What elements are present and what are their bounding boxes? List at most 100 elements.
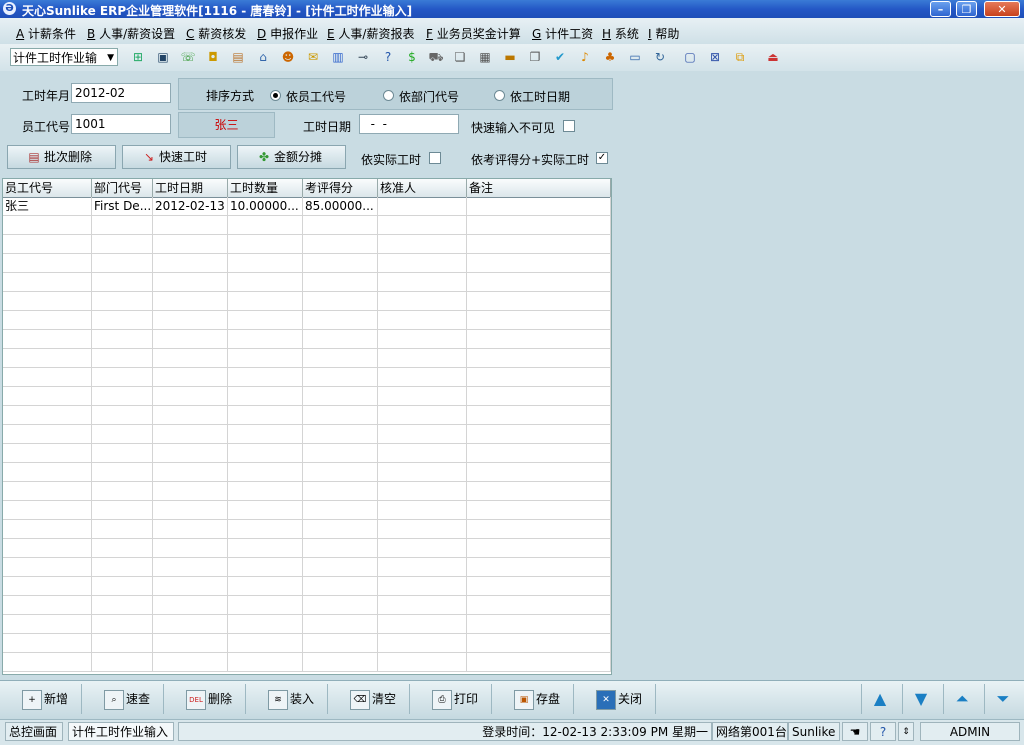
close-button[interactable]: ✕ 关闭 xyxy=(578,684,656,714)
briefcase-icon[interactable]: ▤ xyxy=(230,49,246,65)
cell-employee-code[interactable]: 张三 xyxy=(3,197,92,216)
cell-work-hours[interactable] xyxy=(228,254,303,273)
cell-work-hours[interactable] xyxy=(228,501,303,520)
cell-department-code[interactable] xyxy=(92,558,153,577)
cell-score[interactable] xyxy=(303,311,378,330)
cell-notes[interactable] xyxy=(467,311,611,330)
people-icon[interactable]: ☻ xyxy=(280,49,296,65)
help-status-icon[interactable]: ? xyxy=(870,722,896,741)
cell-approver[interactable] xyxy=(378,634,467,653)
table-row[interactable] xyxy=(3,368,611,387)
cell-approver[interactable] xyxy=(378,387,467,406)
quick-hours-button[interactable]: ↘ 快速工时 xyxy=(122,145,231,169)
dollar-icon[interactable]: $ xyxy=(404,49,420,65)
sort-by-employee-radio[interactable] xyxy=(270,90,281,101)
refresh-icon[interactable]: ↻ xyxy=(652,49,668,65)
cell-approver[interactable] xyxy=(378,235,467,254)
cell-notes[interactable] xyxy=(467,634,611,653)
cell-notes[interactable] xyxy=(467,197,611,216)
cell-department-code[interactable] xyxy=(92,235,153,254)
cell-department-code[interactable] xyxy=(92,311,153,330)
cell-employee-code[interactable] xyxy=(3,273,92,292)
cell-department-code[interactable] xyxy=(92,425,153,444)
calculator-icon[interactable]: ▦ xyxy=(477,49,493,65)
cell-work-date[interactable] xyxy=(153,292,228,311)
cell-work-date[interactable] xyxy=(153,539,228,558)
cell-work-date[interactable] xyxy=(153,596,228,615)
previous-record-button[interactable]: ⏶ xyxy=(943,684,980,714)
home-icon[interactable]: ⌂ xyxy=(255,49,271,65)
cell-department-code[interactable] xyxy=(92,482,153,501)
cell-notes[interactable] xyxy=(467,254,611,273)
cell-approver[interactable] xyxy=(378,330,467,349)
table-row[interactable] xyxy=(3,235,611,254)
cell-employee-code[interactable] xyxy=(3,311,92,330)
restore-button[interactable]: ❐ xyxy=(956,1,977,17)
check-icon[interactable]: ✔ xyxy=(552,49,568,65)
cell-approver[interactable] xyxy=(378,197,467,216)
bell-icon[interactable]: ♪ xyxy=(577,49,593,65)
cell-work-date[interactable] xyxy=(153,653,228,672)
cell-notes[interactable] xyxy=(467,330,611,349)
cell-approver[interactable] xyxy=(378,444,467,463)
cell-work-date[interactable] xyxy=(153,482,228,501)
cell-department-code[interactable] xyxy=(92,254,153,273)
cell-work-hours[interactable] xyxy=(228,387,303,406)
cell-notes[interactable] xyxy=(467,425,611,444)
menu-item-h[interactable]: H 系统 xyxy=(602,25,639,42)
cell-work-date[interactable] xyxy=(153,463,228,482)
cell-department-code[interactable] xyxy=(92,444,153,463)
save-button[interactable]: ▣ 存盘 xyxy=(496,684,574,714)
cell-department-code[interactable] xyxy=(92,463,153,482)
col-header-department-code[interactable]: 部门代号 xyxy=(92,179,153,197)
cell-work-hours[interactable] xyxy=(228,558,303,577)
cell-work-date[interactable] xyxy=(153,235,228,254)
menu-item-c[interactable]: C 薪资核发 xyxy=(186,25,246,42)
cell-employee-code[interactable] xyxy=(3,292,92,311)
cell-approver[interactable] xyxy=(378,577,467,596)
cell-work-hours[interactable] xyxy=(228,406,303,425)
key-icon[interactable]: ⊸ xyxy=(355,49,371,65)
work-date-input[interactable]: - - xyxy=(359,114,459,134)
cell-approver[interactable] xyxy=(378,596,467,615)
by-actual-hours-checkbox[interactable] xyxy=(429,152,441,164)
menu-item-b[interactable]: B 人事/薪资设置 xyxy=(87,25,175,42)
cell-approver[interactable] xyxy=(378,254,467,273)
table-row[interactable] xyxy=(3,311,611,330)
cell-work-hours[interactable] xyxy=(228,216,303,235)
table-row[interactable] xyxy=(3,292,611,311)
cell-work-hours[interactable] xyxy=(228,425,303,444)
print-button[interactable]: ⎙ 打印 xyxy=(414,684,492,714)
cell-employee-code[interactable] xyxy=(3,216,92,235)
cell-work-date[interactable] xyxy=(153,577,228,596)
cell-work-hours[interactable] xyxy=(228,653,303,672)
cell-employee-code[interactable] xyxy=(3,596,92,615)
cell-notes[interactable] xyxy=(467,615,611,634)
cell-score[interactable] xyxy=(303,634,378,653)
cell-department-code[interactable] xyxy=(92,501,153,520)
cell-approver[interactable] xyxy=(378,558,467,577)
cell-employee-code[interactable] xyxy=(3,615,92,634)
cell-notes[interactable] xyxy=(467,501,611,520)
col-header-employee-code[interactable]: 员工代号 xyxy=(3,179,92,197)
cell-notes[interactable] xyxy=(467,482,611,501)
cell-notes[interactable] xyxy=(467,216,611,235)
table-row[interactable] xyxy=(3,444,611,463)
menu-item-g[interactable]: G 计件工资 xyxy=(532,25,593,42)
hand-icon[interactable]: ☚ xyxy=(842,722,868,741)
display-icon[interactable]: ▭ xyxy=(627,49,643,65)
cell-work-hours[interactable] xyxy=(228,539,303,558)
cell-work-date[interactable] xyxy=(153,558,228,577)
cell-department-code[interactable] xyxy=(92,368,153,387)
exit-icon[interactable]: ⏏ xyxy=(765,49,781,65)
cell-work-date[interactable] xyxy=(153,254,228,273)
table-row[interactable] xyxy=(3,406,611,425)
cell-department-code[interactable] xyxy=(92,596,153,615)
cell-employee-code[interactable] xyxy=(3,368,92,387)
cell-work-date[interactable] xyxy=(153,216,228,235)
cell-department-code[interactable] xyxy=(92,634,153,653)
table-row[interactable]: 张三 First De... 2012-02-13 10.00000... 85.000… xyxy=(3,197,611,216)
cell-score[interactable] xyxy=(303,235,378,254)
cell-approver[interactable] xyxy=(378,425,467,444)
cell-score[interactable] xyxy=(303,539,378,558)
